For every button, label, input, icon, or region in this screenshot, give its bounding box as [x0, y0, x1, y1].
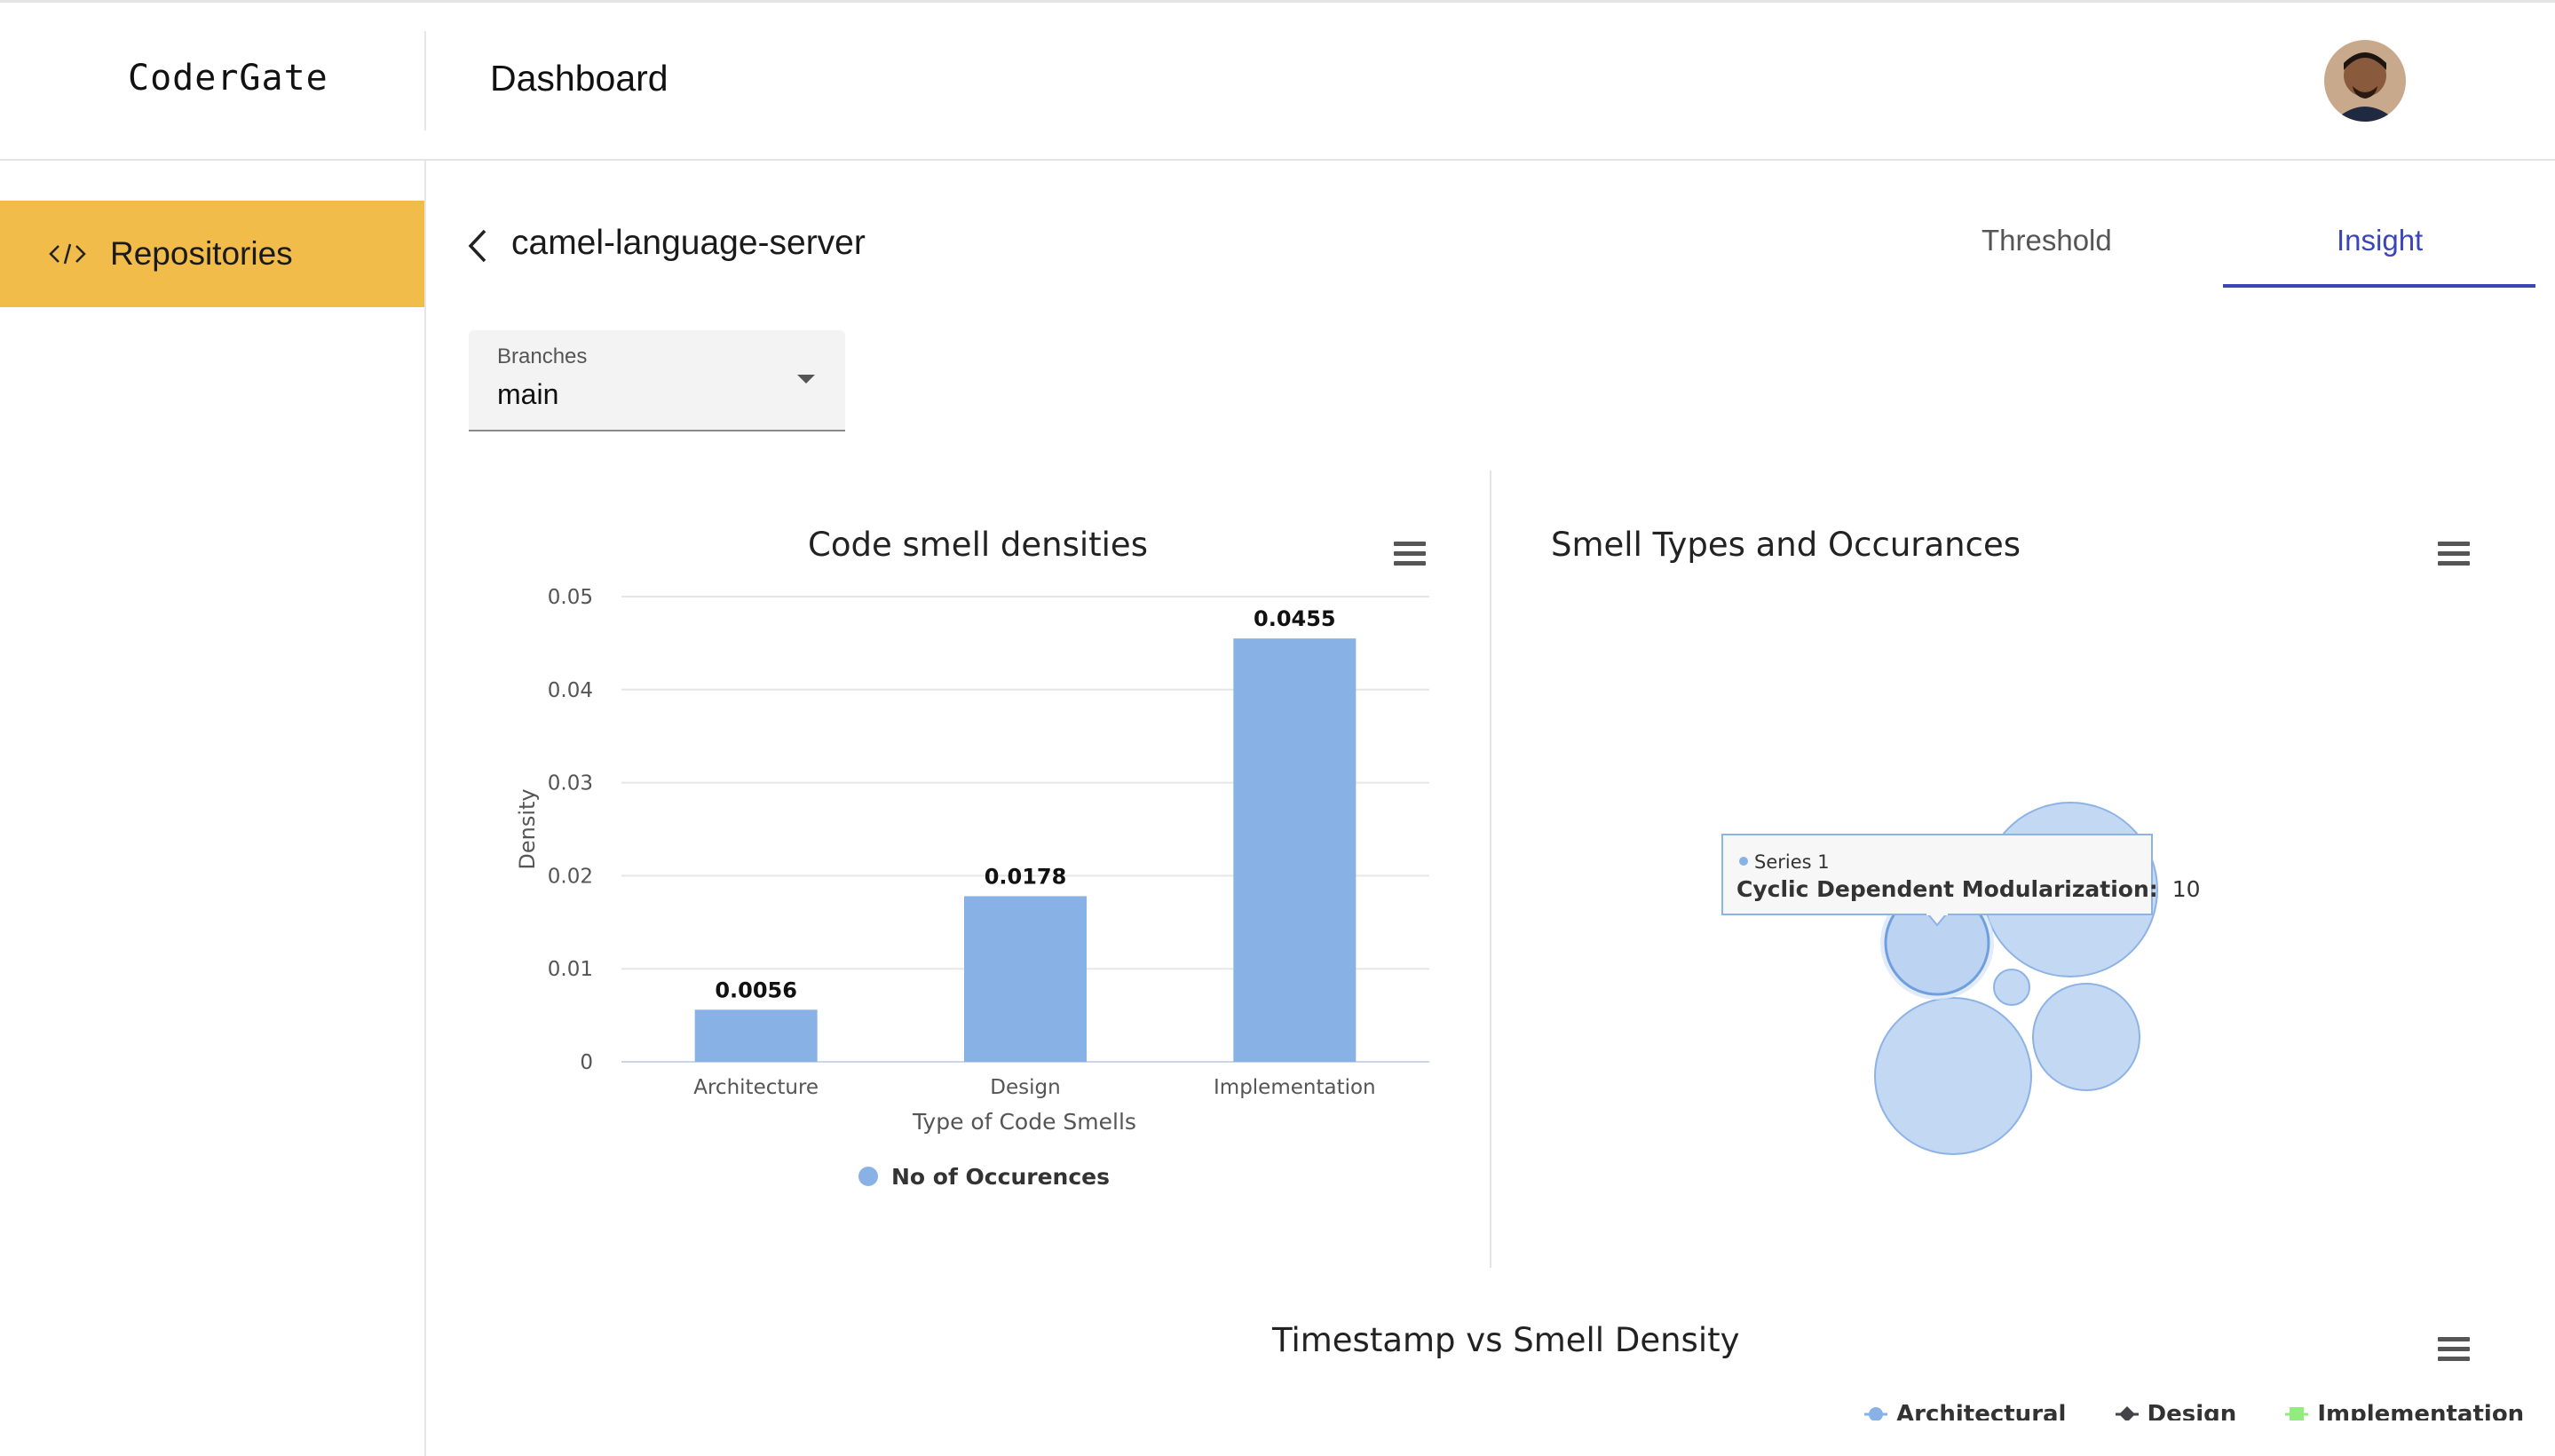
x-tick-label: Design — [990, 1076, 1060, 1099]
tooltip-label: Cyclic Dependent Modularization: — [1736, 876, 2158, 902]
y-tick-label: 0.03 — [548, 772, 593, 795]
legend-item-design[interactable]: Design — [2115, 1401, 2237, 1420]
svg-text:Cyclic Dependent Modularizatio: Cyclic Dependent Modularization: 10 — [1736, 876, 2201, 902]
legend-label: Design — [2147, 1401, 2237, 1420]
legend-label: Implementation — [2317, 1401, 2525, 1420]
code-icon — [48, 241, 87, 267]
avatar-image — [2324, 40, 2406, 122]
x-axis-label: Type of Code Smells — [912, 1109, 1136, 1135]
bar-chart: 0 0.01 0.02 0.03 0.04 0.05 0.0056 0.0178 0.0455… — [515, 586, 1429, 1190]
x-tick-label: Implementation — [1214, 1076, 1376, 1099]
bubble-chart-menu-icon[interactable] — [2438, 542, 2470, 568]
branch-select[interactable]: Branches main — [469, 330, 845, 431]
sidebar-item-repositories[interactable]: Repositories — [0, 201, 424, 307]
y-tick-label: 0.05 — [548, 586, 593, 609]
bubble[interactable] — [1874, 997, 2032, 1155]
app-header: CoderGate Dashboard — [0, 3, 2555, 161]
bubble[interactable] — [2032, 983, 2140, 1091]
legend-marker — [1864, 1407, 1887, 1420]
header-divider — [424, 31, 426, 131]
sidebar: Repositories — [0, 161, 426, 1456]
y-tick-label: 0.01 — [548, 958, 593, 981]
y-axis-label: Density — [515, 788, 540, 869]
page-title: Dashboard — [490, 58, 668, 99]
tooltip-series: Series 1 — [1754, 851, 1830, 873]
bubble-chart-title: Smell Types and Occurances — [1551, 526, 2021, 564]
legend-item-implementation[interactable]: Implementation — [2285, 1401, 2524, 1420]
bubble[interactable] — [1993, 969, 2030, 1006]
y-tick-label: 0 — [580, 1051, 593, 1074]
tab-insight[interactable]: Insight — [2337, 224, 2423, 257]
dropdown-arrow-icon — [797, 375, 815, 384]
legend-marker — [2115, 1406, 2139, 1420]
legend-item[interactable]: No of Occurences — [891, 1164, 1110, 1190]
user-avatar[interactable] — [2324, 40, 2406, 122]
timestamp-chart-title: Timestamp vs Smell Density — [1272, 1321, 1740, 1359]
chevron-left-icon[interactable] — [463, 224, 495, 268]
legend-marker — [858, 1167, 878, 1186]
data-label: 0.0178 — [985, 864, 1067, 889]
x-tick-label: Architecture — [693, 1076, 819, 1099]
data-label: 0.0455 — [1254, 606, 1336, 631]
repository-name: camel-language-server — [511, 224, 866, 262]
bar[interactable] — [964, 896, 1087, 1062]
y-tick-label: 0.02 — [548, 865, 593, 888]
branch-select-label: Branches — [497, 344, 588, 368]
y-tick-label: 0.04 — [548, 679, 593, 702]
legend-label: Architectural — [1896, 1401, 2067, 1420]
bar[interactable] — [694, 1009, 818, 1062]
sidebar-item-label: Repositories — [110, 235, 293, 272]
legend-item-architectural[interactable]: Architectural — [1864, 1401, 2066, 1420]
bubble-tooltip: Series 1 Cyclic Dependent Modularization… — [1721, 834, 2201, 927]
bubble-chart: Series 1 Cyclic Dependent Modularization… — [1721, 802, 2201, 1155]
tab-threshold[interactable]: Threshold — [1982, 224, 2112, 257]
bar-chart-menu-icon[interactable] — [1394, 542, 1426, 568]
timestamp-chart-menu-icon[interactable] — [2438, 1337, 2470, 1364]
timestamp-chart-legend: Architectural Design Implementation — [1864, 1401, 2555, 1420]
active-tab-indicator — [2223, 284, 2535, 288]
bar-chart-title: Code smell densities — [808, 526, 1148, 564]
app-logo[interactable]: CoderGate — [128, 58, 328, 99]
chart-divider — [1490, 471, 1491, 1268]
data-label: 0.0056 — [715, 977, 797, 1002]
legend-marker — [2285, 1407, 2309, 1420]
bar[interactable] — [1233, 638, 1357, 1062]
tooltip-value: 10 — [2172, 876, 2201, 902]
branch-select-value: main — [497, 378, 559, 410]
